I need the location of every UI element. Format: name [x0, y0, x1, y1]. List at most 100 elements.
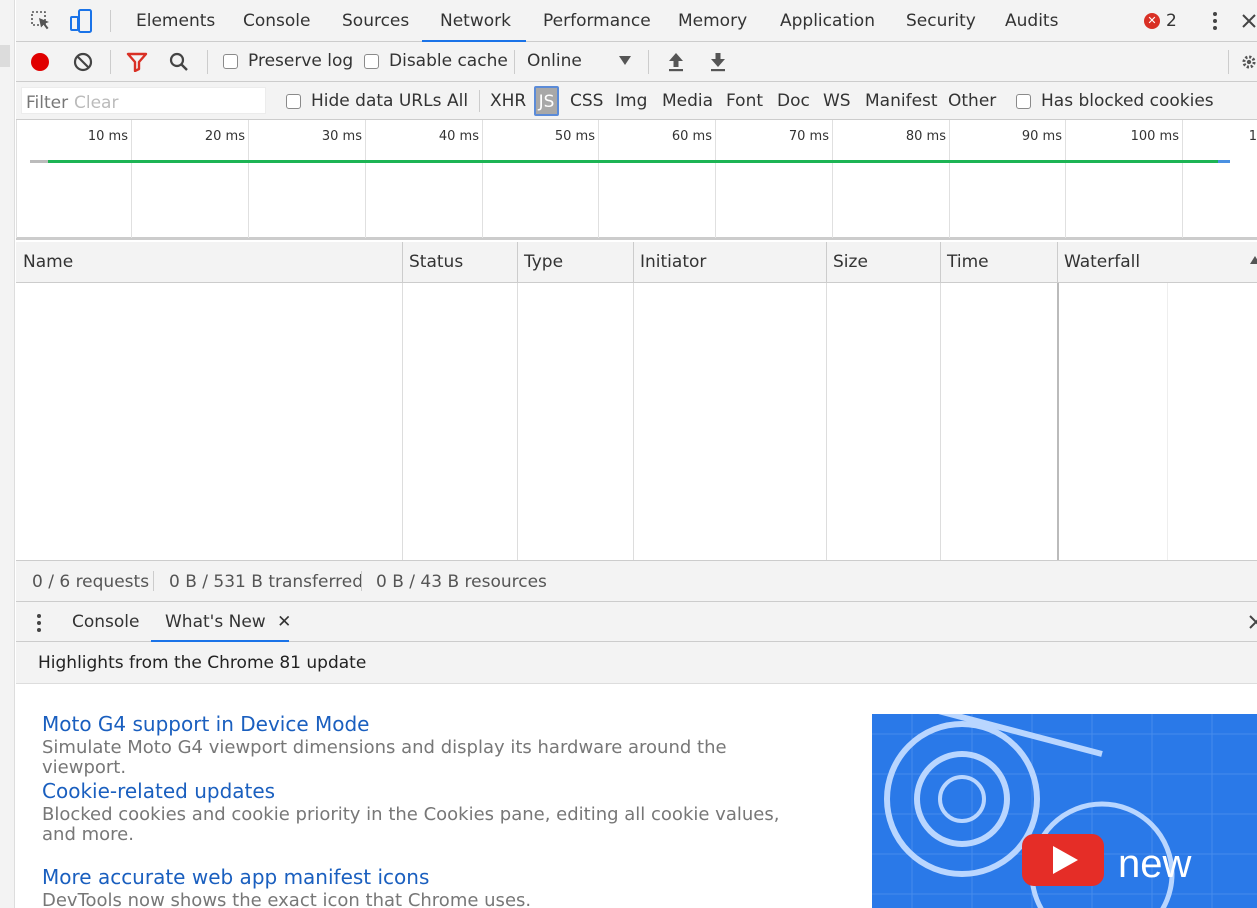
devtools-left-edge [0, 0, 15, 908]
type-filter-media[interactable]: Media [662, 91, 713, 111]
sort-ascending-icon [1250, 256, 1257, 264]
disable-cache-box[interactable] [364, 53, 379, 69]
tick-label: 60 ms [671, 129, 712, 144]
type-filter-css[interactable]: CSS [570, 91, 603, 111]
tick-label: 40 ms [438, 129, 479, 144]
error-count: 2 [1166, 11, 1177, 31]
tab-performance[interactable]: Performance [543, 0, 651, 42]
tab-audits[interactable]: Audits [1005, 0, 1058, 42]
hide-data-urls-label: Hide data URLs [311, 91, 442, 111]
tick-label: 100 ms [1130, 129, 1179, 144]
has-blocked-cookies-checkbox[interactable]: Has blocked cookies [1016, 91, 1214, 111]
chevron-down-icon [619, 56, 631, 65]
column-time[interactable]: Time [940, 242, 989, 283]
column-name[interactable]: Name [16, 242, 73, 283]
tick-label: 10 ms [87, 129, 128, 144]
close-tab-icon[interactable]: ✕ [277, 612, 291, 632]
throttling-select[interactable]: Online [527, 51, 647, 71]
requests-table: Name Status Type Initiator Size Time Wat… [16, 242, 1257, 560]
type-filter-other[interactable]: Other [948, 91, 996, 111]
whats-new-header: Highlights from the Chrome 81 update [16, 642, 1257, 684]
resources-summary: 0 B / 43 B resources [376, 572, 547, 592]
filter-bar: Filter Clear Hide data URLs All XHR JS C… [16, 82, 1257, 120]
tab-sources[interactable]: Sources [342, 0, 409, 42]
has-blocked-cookies-box[interactable] [1016, 93, 1031, 109]
drawer-tab-whats-new-label: What's New [165, 612, 266, 632]
column-waterfall[interactable]: Waterfall [1057, 242, 1140, 283]
type-filter-manifest[interactable]: Manifest [865, 91, 938, 111]
feature-link[interactable]: Moto G4 support in Device Mode [42, 712, 802, 736]
column-status[interactable]: Status [402, 242, 463, 283]
more-options-icon[interactable] [1202, 8, 1228, 34]
record-icon[interactable] [27, 49, 53, 75]
clear-log-icon[interactable] [70, 49, 96, 75]
type-filter-img[interactable]: Img [615, 91, 647, 111]
feature-description: Simulate Moto G4 viewport dimensions and… [42, 737, 727, 778]
devtools-panel: Elements Console Sources Network Perform… [16, 0, 1257, 908]
preserve-log-checkbox[interactable]: Preserve log [223, 51, 353, 71]
tab-console[interactable]: Console [243, 0, 311, 42]
tick-label: 1 [1248, 129, 1257, 144]
column-initiator[interactable]: Initiator [633, 242, 706, 283]
feature-item: Cookie-related updates Blocked cookies a… [42, 779, 802, 845]
import-har-icon[interactable] [663, 49, 689, 75]
inspect-element-icon[interactable] [28, 8, 54, 34]
column-type[interactable]: Type [517, 242, 563, 283]
filter-clear-hint: Clear [74, 93, 119, 113]
tab-memory[interactable]: Memory [678, 0, 747, 42]
tick-label: 80 ms [905, 129, 946, 144]
column-size[interactable]: Size [826, 242, 868, 283]
timeline-overview[interactable]: 10 ms 20 ms 30 ms 40 ms 50 ms 60 ms 70 m… [16, 120, 1257, 240]
tab-network[interactable]: Network [422, 0, 526, 42]
requests-summary: 0 / 6 requests [32, 572, 150, 592]
network-summary-bar: 0 / 6 requests 0 B / 531 B transferred 0… [16, 560, 1257, 602]
tick-label: 90 ms [1021, 129, 1062, 144]
drawer-tab-whats-new[interactable]: What's New ✕ [151, 602, 291, 642]
feature-description: Blocked cookies and cookie priority in t… [42, 804, 780, 845]
tick-label: 50 ms [554, 129, 595, 144]
tab-security[interactable]: Security [906, 0, 976, 42]
timeline-load-bar [48, 160, 1228, 163]
type-filter-font[interactable]: Font [726, 91, 763, 111]
feature-link[interactable]: Cookie-related updates [42, 779, 802, 803]
network-toolbar: Preserve log Disable cache Online [16, 42, 1257, 82]
tab-elements[interactable]: Elements [136, 0, 215, 42]
type-filter-js[interactable]: JS [534, 86, 559, 116]
promo-text: new [1118, 842, 1192, 886]
close-drawer-icon[interactable] [1248, 614, 1257, 635]
feature-description: DevTools now shows the exact icon that C… [42, 890, 532, 908]
device-toolbar-icon[interactable] [68, 8, 94, 34]
table-header: Name Status Type Initiator Size Time Wat… [16, 242, 1257, 283]
filter-placeholder: Filter [26, 93, 69, 113]
export-har-icon[interactable] [705, 49, 731, 75]
hide-data-urls-box[interactable] [286, 93, 301, 109]
throttling-value: Online [527, 51, 582, 71]
preserve-log-box[interactable] [223, 53, 238, 69]
tab-application[interactable]: Application [780, 0, 875, 42]
drawer-tab-console[interactable]: Console [72, 602, 140, 642]
type-filter-ws[interactable]: WS [823, 91, 851, 111]
filter-input[interactable]: Filter Clear [21, 87, 266, 114]
drawer-menu-icon[interactable] [36, 613, 42, 638]
drawer-tab-bar: Console What's New ✕ [16, 602, 1257, 642]
whats-new-content: Moto G4 support in Device Mode Simulate … [16, 684, 1257, 908]
hide-data-urls-checkbox[interactable]: Hide data URLs [286, 91, 441, 111]
search-icon[interactable] [166, 49, 192, 75]
tick-label: 30 ms [321, 129, 362, 144]
type-filter-xhr[interactable]: XHR [490, 91, 526, 111]
close-devtools-icon[interactable] [1241, 8, 1257, 34]
has-blocked-cookies-label: Has blocked cookies [1041, 91, 1214, 111]
filter-icon[interactable] [124, 49, 150, 75]
disable-cache-checkbox[interactable]: Disable cache [364, 51, 508, 71]
tick-label: 70 ms [788, 129, 829, 144]
main-tab-bar: Elements Console Sources Network Perform… [16, 0, 1257, 42]
whats-new-video-thumbnail[interactable]: new [872, 714, 1257, 908]
feature-item: Moto G4 support in Device Mode Simulate … [42, 712, 802, 778]
type-filter-all[interactable]: All [447, 91, 468, 111]
error-counter[interactable]: ✕ 2 [1144, 11, 1177, 31]
feature-link[interactable]: More accurate web app manifest icons [42, 865, 802, 889]
transferred-summary: 0 B / 531 B transferred [169, 572, 364, 592]
settings-gear-icon[interactable] [1241, 49, 1257, 75]
preserve-log-label: Preserve log [248, 51, 354, 71]
type-filter-doc[interactable]: Doc [777, 91, 810, 111]
